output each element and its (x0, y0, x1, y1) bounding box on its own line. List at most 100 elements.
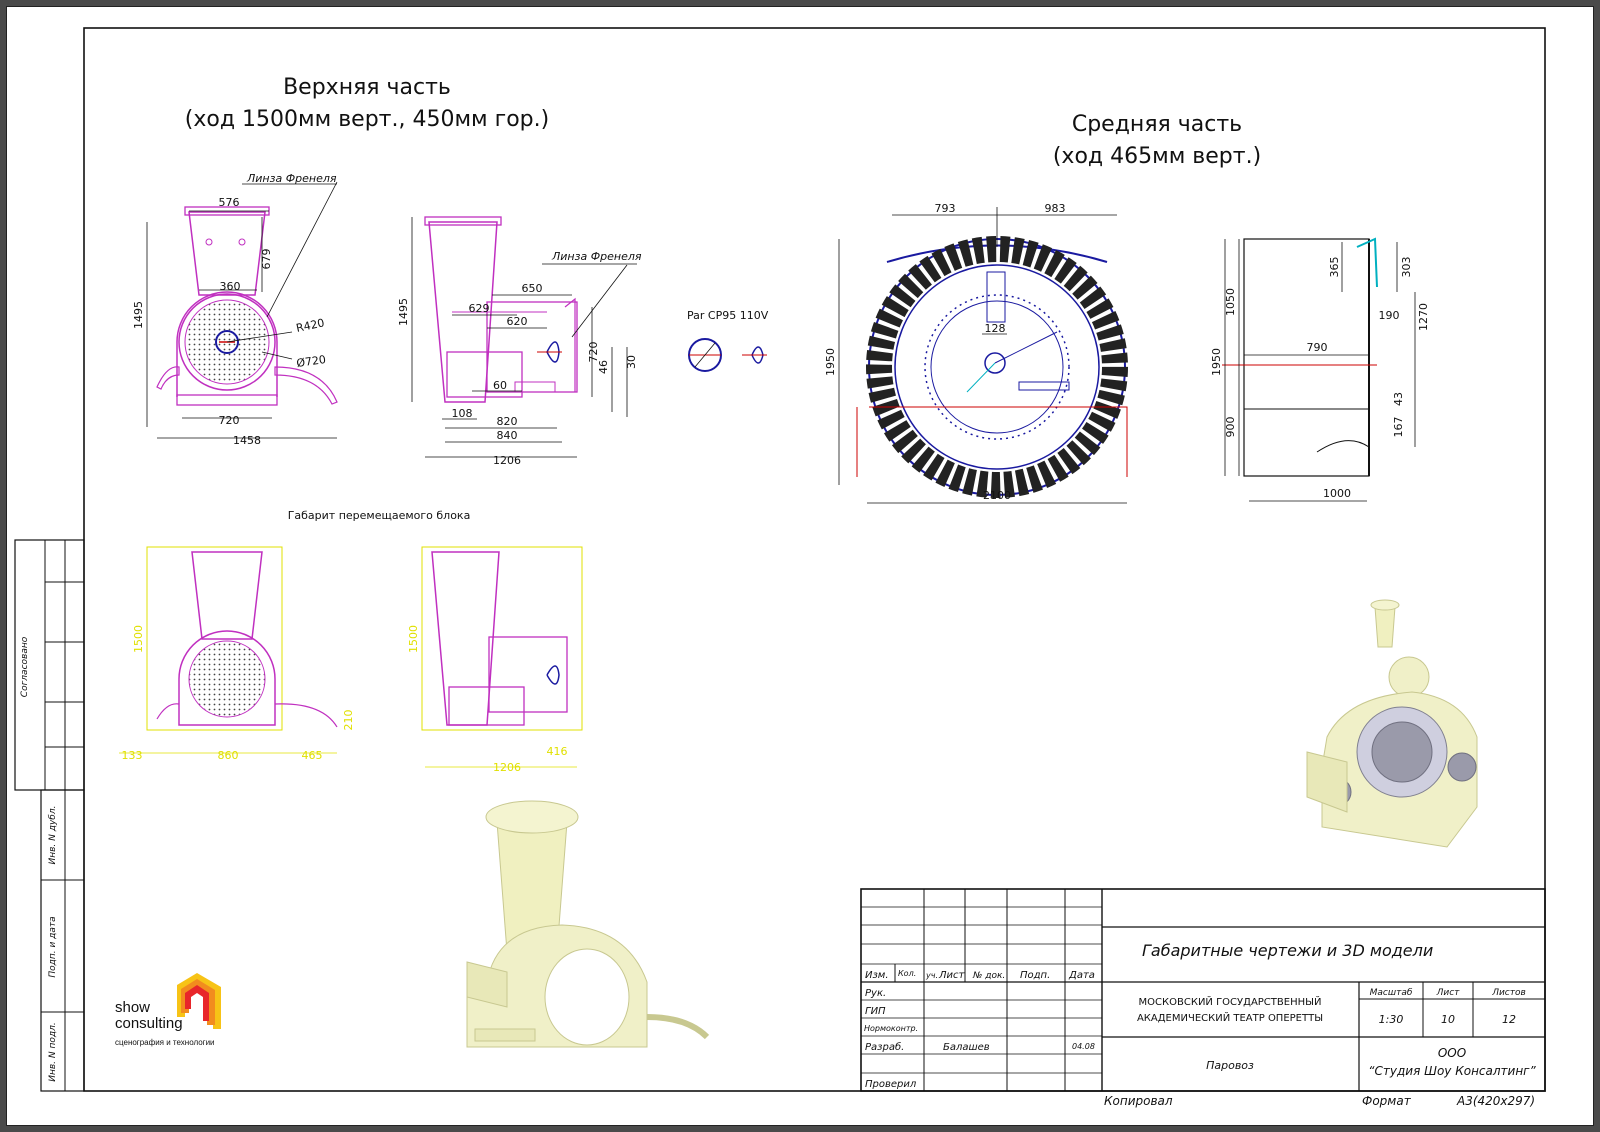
dim-679: 679 (260, 249, 273, 270)
show-consulting-logo: show consulting сценография и технологии (115, 973, 221, 1047)
title-block: Габаритные чертежи и 3D модели Изм. Кол.… (860, 888, 1546, 1108)
row-gip: ГИП (865, 1006, 886, 1017)
dim-1050: 1050 (1224, 288, 1237, 316)
logo-show: show (115, 999, 150, 1016)
hdr-list: Лист (938, 970, 966, 981)
middle-part-title: Средняя часть (1072, 112, 1242, 137)
upper-part-title: Верхняя часть (283, 75, 451, 100)
scale-value: 1:30 (1379, 1013, 1404, 1026)
dim-133: 133 (122, 749, 143, 762)
hdr-kol: Кол. (898, 969, 916, 978)
dim-465: 465 (302, 749, 323, 762)
gabarit-label: Габарит перемещаемого блока (288, 509, 471, 522)
sheets-value: 12 (1502, 1013, 1516, 1026)
dim-416: 416 (547, 745, 568, 758)
row-ruk: Рук. (865, 988, 886, 999)
dim-1270: 1270 (1417, 303, 1430, 331)
company-line-1: ООО (1438, 1046, 1466, 1060)
dim-60: 60 (493, 379, 507, 392)
dim-2100: 2100 (983, 489, 1011, 502)
3d-model-upper (466, 800, 710, 1048)
dim-840: 840 (497, 429, 518, 442)
org-line-2: АКАДЕМИЧЕСКИЙ ТЕАТР ОПЕРЕТТЫ (1137, 1011, 1323, 1024)
side-stamp: Согласовано Инв. N дубл. Подп. и дата Ин… (14, 539, 85, 1092)
hdr-ndok: № док. (972, 971, 1005, 981)
logo-consulting: consulting (115, 1015, 183, 1032)
par-label: Par CP95 110V (687, 309, 769, 322)
dim-629: 629 (469, 302, 490, 315)
dim-1495-side: 1495 (397, 298, 410, 326)
hdr-izm: Изм. (865, 970, 889, 981)
dim-1500-gab-front: 1500 (132, 625, 145, 653)
dim-900: 900 (1224, 417, 1237, 438)
dim-820: 820 (497, 415, 518, 428)
dim-365: 365 (1328, 257, 1341, 278)
middle-front-view: 793 983 1950 128 2100 (824, 202, 1128, 504)
dim-790: 790 (1307, 341, 1328, 354)
stamp-inv-dubl: Инв. N дубл. (48, 806, 58, 865)
dim-983: 983 (1045, 202, 1066, 215)
org-line-1: МОСКОВСКИЙ ГОСУДАРСТВЕННЫЙ (1139, 995, 1322, 1008)
stamp-podp-data: Подп. и дата (48, 916, 58, 977)
fresnel-label-2: Линза Френеля (551, 250, 642, 263)
dim-r420: R420 (295, 316, 326, 335)
drawing-sheet: Верхняя часть (ход 1500мм верт., 450мм г… (6, 6, 1594, 1126)
middle-part-subtitle: (ход 465мм верт.) (1053, 144, 1261, 169)
object-name: Паровоз (1206, 1059, 1254, 1072)
razrab-date: 04.08 (1072, 1042, 1095, 1051)
inner-frame (83, 27, 1546, 1092)
dim-1000: 1000 (1323, 487, 1351, 500)
dim-303: 303 (1400, 257, 1413, 278)
dim-860: 860 (218, 749, 239, 762)
dim-210: 210 (342, 710, 355, 731)
logo-tagline: сценография и технологии (115, 1038, 215, 1047)
stamp-agreed: Согласовано (20, 636, 30, 697)
row-razrab: Разраб. (865, 1041, 904, 1053)
dim-650: 650 (522, 282, 543, 295)
dim-576: 576 (219, 196, 240, 209)
upper-part-subtitle: (ход 1500мм верт., 450мм гор.) (185, 107, 549, 132)
hdr-scale: Масштаб (1370, 988, 1413, 998)
dim-d720: Ø720 (296, 353, 327, 370)
row-norm: Нормоконтр. (864, 1024, 918, 1033)
dim-1458: 1458 (233, 434, 261, 447)
format-value: А3(420x297) (1456, 1094, 1535, 1108)
copied-label: Копировал (1104, 1094, 1173, 1108)
dim-167: 167 (1392, 417, 1405, 438)
stamp-inv-podl: Инв. N подл. (48, 1022, 58, 1081)
dim-1950-front: 1950 (824, 348, 837, 376)
dim-1500-gab-side: 1500 (407, 625, 420, 653)
format-label: Формат (1362, 1094, 1412, 1108)
gabarit-side-view: 1500 416 1206 (407, 546, 583, 774)
dim-1206: 1206 (493, 454, 521, 467)
row-prov: Проверил (865, 1079, 917, 1090)
dim-720-side: 720 (587, 342, 600, 363)
dim-46: 46 (597, 360, 610, 374)
dim-190: 190 (1379, 309, 1400, 322)
upper-side-view: 1495 650 629 620 720 46 30 60 108 820 84… (397, 216, 642, 467)
gabarit-front-view: 1500 210 133 860 465 (119, 546, 355, 762)
company-line-2: “Студия Шоу Консалтинг” (1368, 1064, 1536, 1078)
hdr-sheet: Лист (1436, 988, 1461, 998)
upper-front-view: 576 679 1495 360 R420 Ø720 720 1458 Линз… (132, 172, 338, 447)
doc-title: Габаритные чертежи и 3D модели (1142, 941, 1433, 960)
middle-side-view: 365 303 1050 190 1270 790 1950 900 43 16… (1210, 237, 1430, 502)
dim-1950-side: 1950 (1210, 348, 1223, 376)
fresnel-label-1: Линза Френеля (246, 172, 337, 185)
hdr-data: Дата (1068, 970, 1095, 981)
3d-model-locomotive (1306, 599, 1478, 848)
hdr-uch: уч. (925, 971, 938, 980)
sheet-value: 10 (1441, 1013, 1455, 1026)
dim-108: 108 (452, 407, 473, 420)
dim-720: 720 (219, 414, 240, 427)
par-lamp-detail: Par CP95 110V (687, 309, 769, 372)
drawing-canvas: Верхняя часть (ход 1500мм верт., 450мм г… (14, 27, 1546, 1108)
dim-360: 360 (220, 280, 241, 293)
hdr-podp: Подп. (1020, 970, 1050, 981)
dim-1495: 1495 (132, 301, 145, 329)
dim-620: 620 (507, 315, 528, 328)
dim-1206-gab: 1206 (493, 761, 521, 774)
razrab-name: Балашев (943, 1042, 990, 1053)
dim-43: 43 (1392, 392, 1405, 406)
dim-30: 30 (625, 355, 638, 369)
